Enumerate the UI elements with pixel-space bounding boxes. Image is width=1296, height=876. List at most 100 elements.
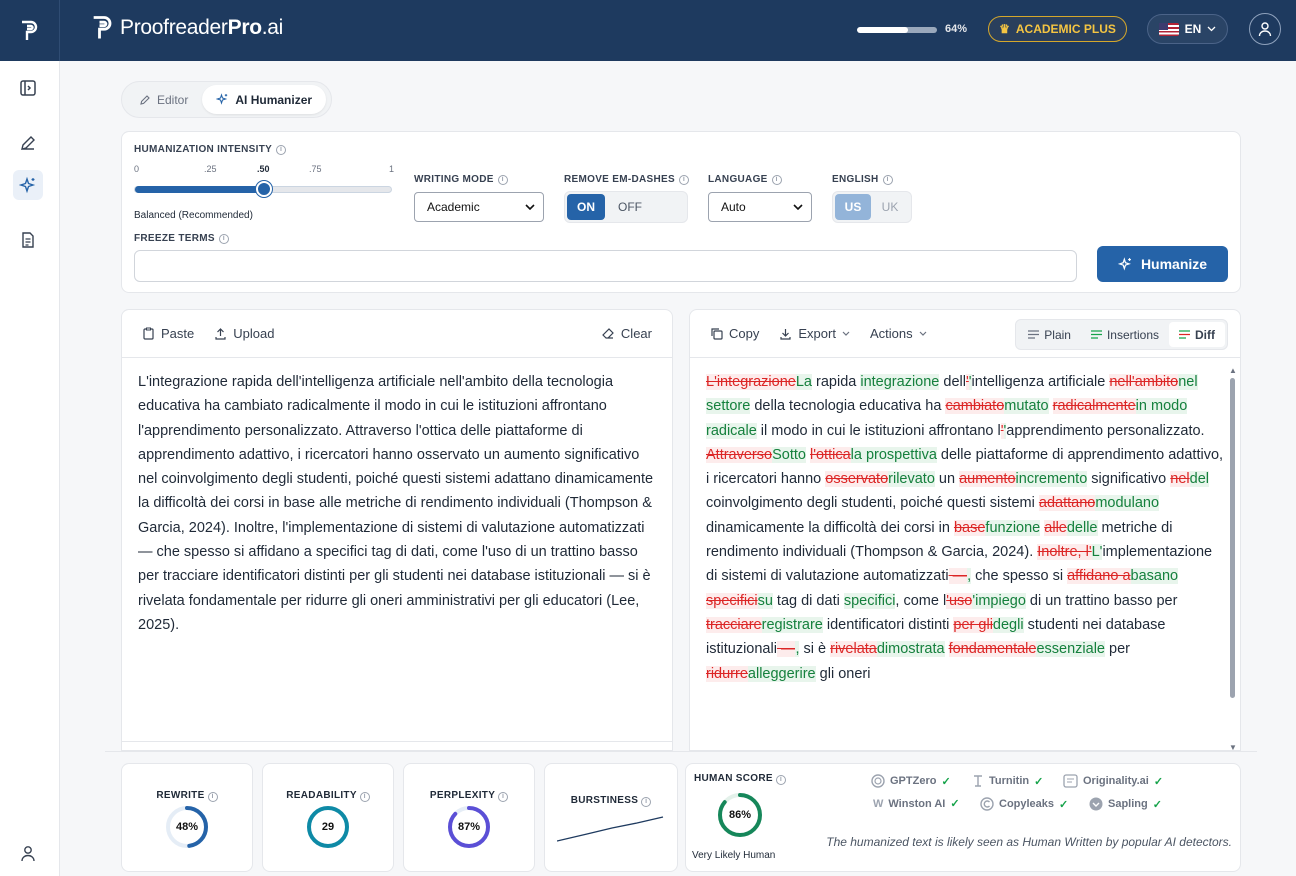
brand[interactable]: ProofreaderPro.ai: [90, 14, 283, 42]
sidebar-item-account[interactable]: [13, 838, 43, 868]
tab-ai-humanizer[interactable]: AI Humanizer: [202, 85, 327, 114]
human-score-card: HUMAN SCORE i 86% Very Likely Human GPTZ…: [685, 763, 1241, 872]
winston-icon: W: [873, 797, 884, 810]
unchanged-text: apprendimento personalizzato.: [1006, 422, 1205, 439]
toggle-on[interactable]: ON: [567, 194, 605, 220]
inserted-text: mutato: [1004, 398, 1049, 415]
sapling-icon: [1089, 797, 1103, 811]
input-text-area[interactable]: L'integrazione rapida dell'intelligenza …: [122, 358, 672, 649]
em-dash-label: REMOVE EM-DASHES i: [564, 174, 689, 185]
copyleaks-icon: [980, 797, 994, 811]
inserted-text: modulano: [1095, 495, 1160, 512]
output-diff-text[interactable]: L'integrazioneLa rapida integrazione del…: [690, 358, 1240, 698]
english-uk[interactable]: UK: [875, 194, 905, 220]
intensity-slider-thumb[interactable]: [256, 181, 272, 197]
app-logo[interactable]: [0, 0, 60, 61]
chevron-down-icon: [1207, 26, 1216, 32]
check-icon: ✓: [950, 798, 960, 810]
user-avatar[interactable]: [1249, 13, 1281, 45]
sidebar-panel-icon: [20, 80, 36, 96]
unchanged-text: dinamicamente la difficoltà dei corsi in: [706, 519, 954, 536]
inserted-text: delle: [1066, 519, 1098, 536]
tab-editor[interactable]: Editor: [125, 85, 202, 114]
turnitin-icon: [974, 775, 982, 787]
inserted-text: 'impiego: [972, 592, 1026, 609]
deleted-text: 'uso: [946, 592, 973, 609]
freeze-terms-label: FREEZE TERMS i: [134, 233, 229, 244]
english-us[interactable]: US: [835, 194, 871, 220]
readability-card: READABILITY i 29: [262, 763, 394, 872]
deleted-text: Attraverso: [706, 446, 773, 463]
scrollbar-thumb[interactable]: [1230, 378, 1235, 698]
view-insertions[interactable]: Insertions: [1081, 322, 1169, 347]
deleted-text: radicalmente: [1052, 398, 1136, 415]
sidebar-item-humanizer[interactable]: [13, 170, 43, 200]
unchanged-text: dell: [939, 374, 966, 390]
sidebar: [0, 61, 60, 876]
human-score-ring: 86%: [716, 791, 764, 839]
upload-button[interactable]: Upload: [214, 326, 274, 341]
info-icon: i: [498, 792, 509, 802]
tick-label: 0: [134, 164, 140, 174]
output-toolbar: Copy Export Actions Plain Insertions Dif…: [690, 310, 1240, 358]
deleted-text: base: [953, 519, 986, 536]
detector-gptzero: GPTZero ✓: [871, 774, 951, 788]
unchanged-text: coinvolgimento degli studenti, poiché qu…: [706, 495, 1039, 512]
chevron-down-icon: [793, 204, 803, 210]
actions-menu[interactable]: Actions: [870, 326, 927, 341]
language-select[interactable]: Auto: [708, 192, 812, 222]
detector-originality: Originality.ai ✓: [1063, 774, 1163, 788]
unchanged-text: [945, 641, 949, 657]
plan-badge[interactable]: ♛ ACADEMIC PLUS: [988, 16, 1127, 42]
sparkles-icon: [19, 176, 36, 194]
sidebar-item-editor[interactable]: [13, 128, 43, 158]
unchanged-text: intelligenza artificiale: [971, 374, 1110, 390]
scroll-up-icon[interactable]: ▲: [1229, 366, 1237, 375]
copy-button[interactable]: Copy: [710, 326, 759, 341]
paste-button[interactable]: Paste: [142, 326, 194, 341]
user-icon: [21, 846, 35, 862]
deleted-text: nel: [1170, 471, 1190, 488]
pencil-icon: [21, 136, 35, 150]
inserted-text: su: [757, 592, 773, 609]
check-icon: ✓: [1034, 775, 1044, 788]
unchanged-text: della tecnologia educativa ha: [750, 398, 946, 415]
readability-label: READABILITY i: [263, 790, 393, 802]
unchanged-text: rapida: [811, 374, 861, 390]
readability-value: 29: [321, 821, 335, 833]
info-icon: i: [678, 174, 689, 185]
language-selector[interactable]: EN: [1147, 14, 1228, 44]
usage-progress-fill: [857, 27, 909, 33]
check-icon: ✓: [1059, 798, 1069, 811]
deleted-text: adattano: [1038, 495, 1096, 512]
clear-button[interactable]: Clear: [601, 326, 652, 341]
check-icon: ✓: [941, 775, 951, 788]
intensity-label: HUMANIZATION INTENSITY i: [134, 144, 287, 155]
humanize-button[interactable]: Humanize: [1097, 246, 1228, 282]
inserted-text: integrazione: [860, 374, 940, 390]
view-plain[interactable]: Plain: [1018, 322, 1081, 347]
logo-icon: [21, 20, 37, 40]
output-scrollbar[interactable]: ▲ ▼: [1228, 366, 1237, 750]
rewrite-card: REWRITE i 48%: [121, 763, 253, 872]
sidebar-item-documents[interactable]: [13, 225, 43, 255]
pencil-icon: [140, 94, 150, 105]
deleted-text: —: [948, 568, 968, 585]
freeze-terms-input[interactable]: [134, 250, 1077, 282]
rewrite-label: REWRITE i: [122, 790, 252, 802]
unchanged-text: significativo: [1087, 471, 1171, 488]
inserted-text: Sotto: [772, 446, 806, 463]
sidebar-toggle[interactable]: [13, 73, 43, 103]
deleted-text: L'integrazione: [706, 374, 796, 390]
perplexity-value: 87%: [457, 821, 481, 833]
chevron-down-icon: [525, 204, 535, 210]
scroll-down-icon[interactable]: ▼: [1229, 743, 1237, 750]
export-button[interactable]: Export: [779, 326, 850, 341]
writing-mode-select[interactable]: Academic: [414, 192, 544, 222]
unchanged-text: il modo in cui le istituzioni affrontano…: [756, 422, 1001, 439]
burstiness-card: BURSTINESS i: [544, 763, 678, 872]
unchanged-text: tag di dati: [772, 592, 844, 609]
view-diff[interactable]: Diff: [1169, 322, 1225, 347]
detector-turnitin: Turnitin ✓: [972, 774, 1043, 788]
toggle-off[interactable]: OFF: [609, 194, 651, 220]
